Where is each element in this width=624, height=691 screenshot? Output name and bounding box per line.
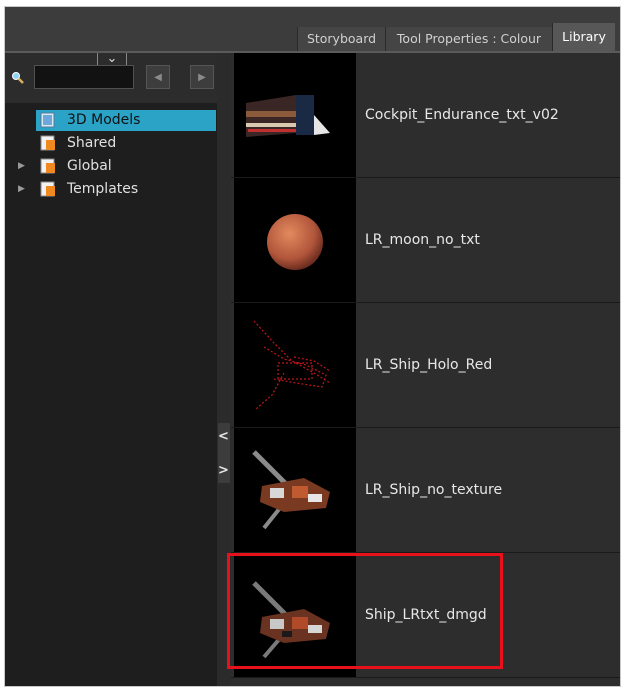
tree-item-templates[interactable]: ▶ Templates — [5, 178, 217, 200]
tree-item-label: Shared — [67, 135, 117, 151]
item-name: LR_Ship_Holo_Red — [365, 357, 493, 373]
search-input[interactable] — [34, 65, 134, 89]
library-item[interactable]: Ship_LRtxt_dmgd — [231, 553, 620, 678]
tree-item-3d-models[interactable]: 3D Models — [5, 109, 217, 131]
thumbnail-ship-damaged — [234, 553, 356, 677]
tree-item-label: Templates — [67, 181, 139, 197]
ship-model-icon — [234, 428, 356, 552]
tab-bar: Storyboard Tool Properties : Colour Libr… — [5, 7, 620, 53]
ship-hologram-icon — [234, 303, 356, 427]
library-folder-icon — [40, 158, 55, 174]
thumbnail-cockpit — [234, 53, 356, 177]
tab-storyboard[interactable]: Storyboard — [297, 27, 385, 51]
item-divider — [231, 677, 620, 678]
library-item[interactable]: LR_Ship_no_texture — [231, 428, 620, 553]
library-folder-icon — [40, 135, 55, 151]
previous-result-button[interactable]: ◀ — [146, 65, 170, 89]
library-item-list: Cockpit_Endurance_txt_v02 LR_moon_no_txt… — [231, 53, 620, 686]
expand-right-icon[interactable]: > — [217, 461, 230, 481]
expand-arrow-icon[interactable]: ▶ — [18, 178, 28, 200]
tab-tool-properties-colour[interactable]: Tool Properties : Colour — [385, 27, 552, 51]
next-result-button[interactable]: ▶ — [190, 65, 214, 89]
item-name: LR_Ship_no_texture — [365, 482, 503, 498]
library-folder-icon — [40, 112, 55, 128]
tree-item-global[interactable]: ▶ Global — [5, 155, 217, 177]
thumbnail-moon — [234, 178, 356, 302]
item-name: LR_moon_no_txt — [365, 232, 480, 248]
tab-library[interactable]: Library — [552, 23, 615, 51]
cockpit-model-icon — [234, 53, 356, 177]
library-folder-panel: ⌄ ◀ ▶ 3D Models Shared ▶ Global ▶ Templa… — [5, 52, 217, 686]
collapse-left-icon[interactable]: < — [217, 427, 230, 447]
library-window: Storyboard Tool Properties : Colour Libr… — [4, 6, 621, 687]
library-item[interactable]: LR_moon_no_txt — [231, 178, 620, 303]
search-toolbar: ⌄ ◀ ▶ — [5, 52, 217, 103]
library-folder-icon — [40, 181, 55, 197]
panel-splitter[interactable]: < > — [217, 53, 231, 686]
tree-item-label: 3D Models — [67, 112, 141, 128]
library-item[interactable]: Cockpit_Endurance_txt_v02 — [231, 53, 620, 178]
search-icon — [12, 72, 24, 84]
tree-item-shared[interactable]: Shared — [5, 132, 217, 154]
thumbnail-ship-holo — [234, 303, 356, 427]
thumbnail-ship — [234, 428, 356, 552]
ship-model-damaged-icon — [234, 553, 356, 677]
moon-sphere-icon — [234, 178, 356, 302]
library-item[interactable]: LR_Ship_Holo_Red — [231, 303, 620, 428]
item-name: Ship_LRtxt_dmgd — [365, 607, 487, 623]
tree-item-label: Global — [67, 158, 112, 174]
expand-arrow-icon[interactable]: ▶ — [18, 155, 28, 177]
item-name: Cockpit_Endurance_txt_v02 — [365, 107, 559, 123]
